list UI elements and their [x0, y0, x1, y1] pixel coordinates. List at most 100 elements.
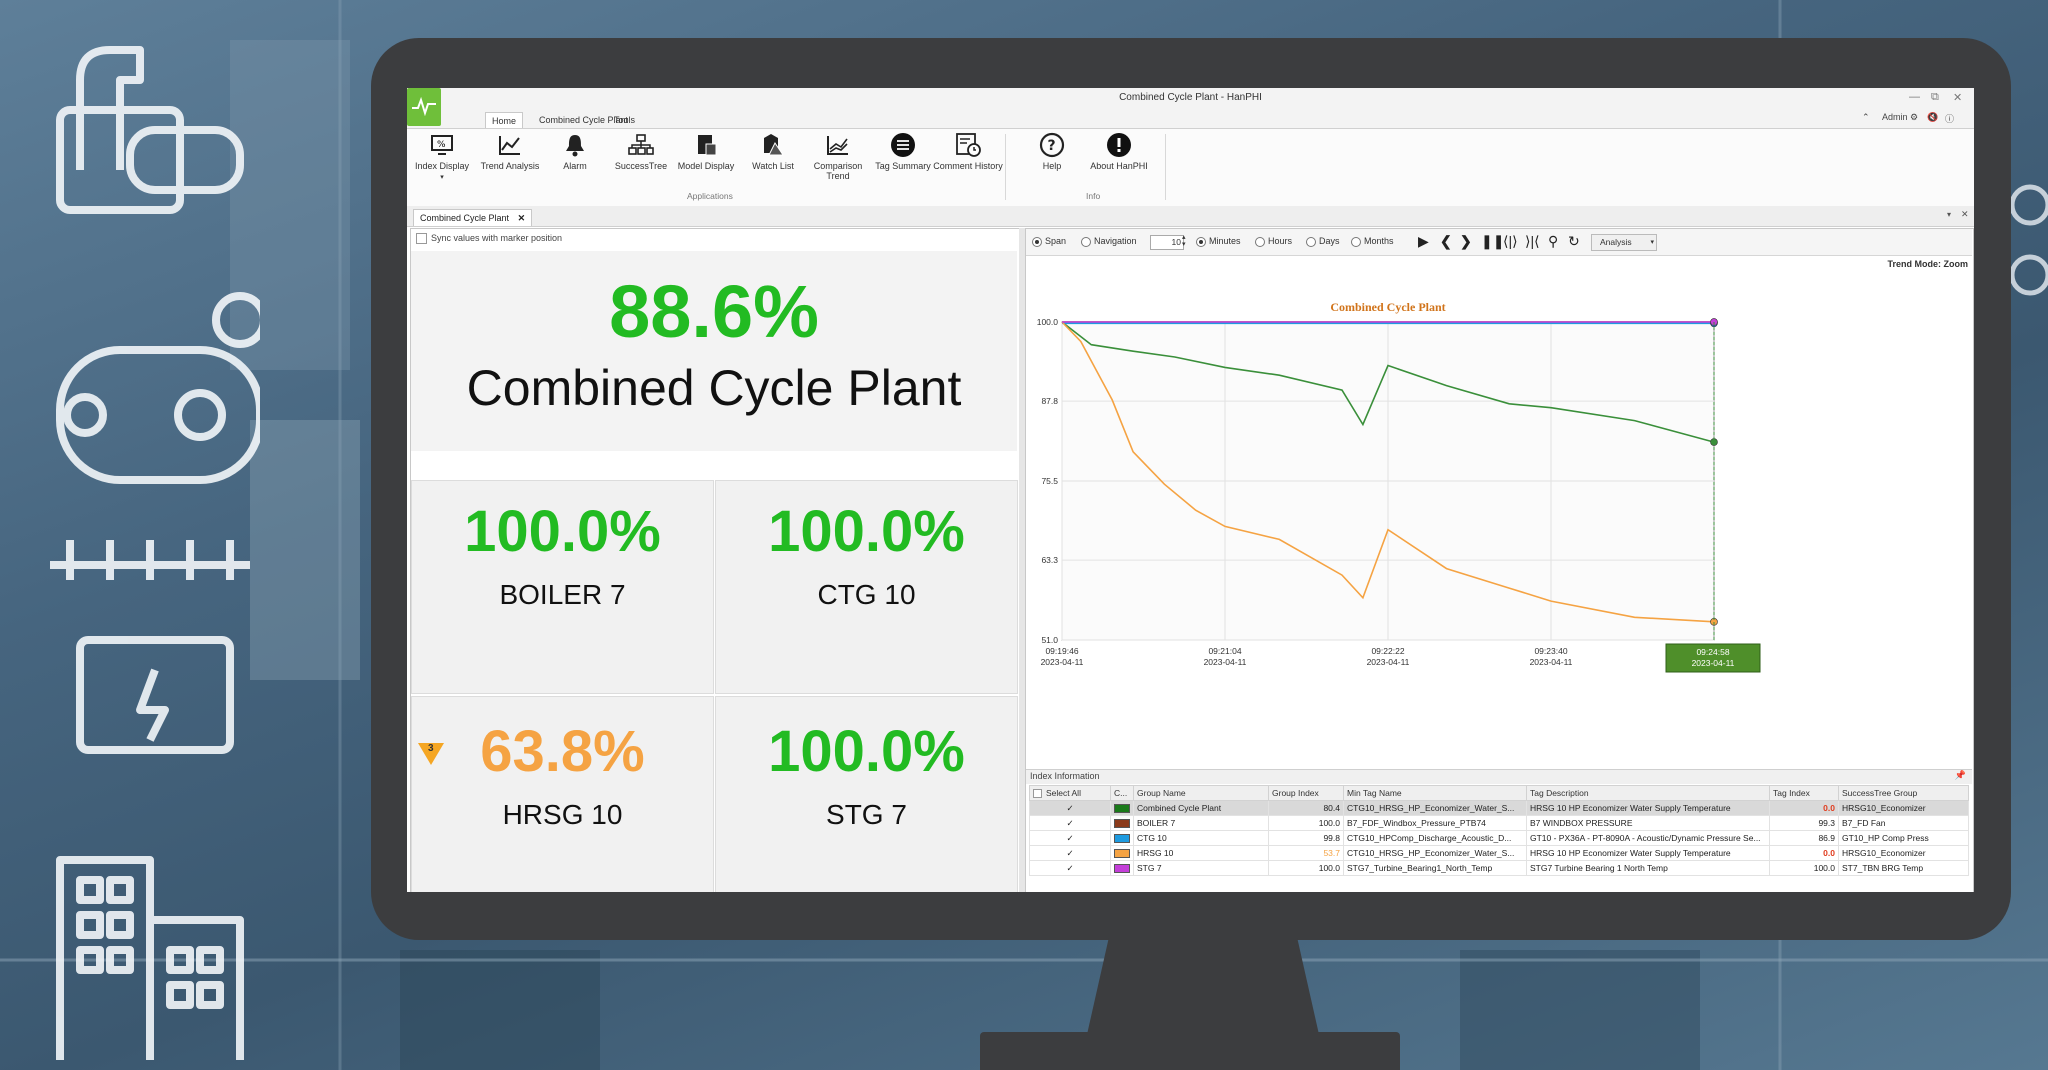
table-row[interactable]: ✓ HRSG 10 53.7 CTG10_HRSG_HP_Economizer_Wat…: [1029, 845, 1969, 861]
x-tick-time: 09:22:22: [1371, 646, 1404, 656]
main-index-name: Combined Cycle Plant: [466, 360, 962, 416]
index-tile[interactable]: 100.0% CTG 10: [715, 480, 1018, 694]
trend-chart[interactable]: Combined Cycle Plant 100.0 87.8 75.5 63.3 51…: [1026, 274, 1972, 768]
months-radio[interactable]: [1351, 236, 1361, 247]
navigation-option[interactable]: Navigation: [1081, 236, 1137, 247]
tab-home[interactable]: Home: [485, 112, 524, 129]
pause-icon[interactable]: ❚❚: [1481, 234, 1504, 248]
table-row[interactable]: ✓ STG 7 100.0 STG7_Turbine_Bearing1_North_T…: [1029, 860, 1969, 876]
hanphi-logo[interactable]: [407, 88, 441, 126]
select-all-header[interactable]: Select All: [1029, 785, 1111, 801]
tab-tools[interactable]: Tools: [608, 112, 641, 128]
model-display-icon: [693, 132, 719, 158]
color-swatch: [1114, 849, 1130, 859]
chevron-down-icon[interactable]: ▾: [1947, 210, 1951, 219]
close-panel-icon[interactable]: ✕: [1961, 209, 1969, 220]
months-option[interactable]: Months: [1351, 236, 1394, 247]
sync-option[interactable]: Sync values with marker position: [410, 228, 1018, 250]
table-row[interactable]: ✓ CTG 10 99.8 CTG10_HPComp_Discharge_Acoust…: [1029, 830, 1969, 846]
index-display-button[interactable]: % Index Display ▾: [407, 132, 477, 183]
expand-horizontal-icon[interactable]: ⟨|⟩: [1503, 234, 1518, 248]
group-index-cell: 80.4: [1268, 800, 1344, 816]
hours-option[interactable]: Hours: [1255, 236, 1292, 247]
x-tick-date: 2023-04-11: [1530, 657, 1573, 667]
minimize-icon[interactable]: —: [1909, 91, 1920, 103]
index-tile-value: 100.0%: [768, 499, 965, 564]
group-index-header[interactable]: Group Index: [1268, 785, 1344, 801]
main-index-tile[interactable]: 88.6% Combined Cycle Plant: [411, 251, 1017, 451]
help-button[interactable]: ? Help: [1017, 132, 1087, 171]
index-tile[interactable]: 63.8% HRSG 10 3: [411, 696, 714, 892]
color-swatch: [1114, 804, 1130, 814]
user-name[interactable]: Admin: [1882, 112, 1908, 122]
successtree-group-header[interactable]: SuccessTree Group: [1838, 785, 1969, 801]
restore-icon[interactable]: ⧉: [1931, 91, 1939, 104]
x-tick-date: 2023-04-11: [1041, 657, 1084, 667]
pin-icon[interactable]: 📌: [1955, 770, 1966, 781]
sync-checkbox[interactable]: [416, 233, 427, 245]
select-cell[interactable]: ✓: [1029, 800, 1111, 816]
days-radio[interactable]: [1306, 236, 1316, 247]
zoom-icon[interactable]: ⚲: [1548, 234, 1558, 248]
group-name-header[interactable]: Group Name: [1133, 785, 1269, 801]
table-row[interactable]: ✓ BOILER 7 100.0 B7_FDF_Windbox_Pressure_PT…: [1029, 815, 1969, 831]
trend-analysis-button[interactable]: Trend Analysis: [475, 132, 545, 171]
collapse-horizontal-icon[interactable]: ⟩|⟨: [1525, 234, 1540, 248]
comment-history-button[interactable]: Comment History: [933, 132, 1003, 171]
play-icon[interactable]: ▶: [1418, 234, 1429, 248]
days-option[interactable]: Days: [1306, 236, 1340, 247]
comparison-trend-button[interactable]: Comparison Trend: [803, 132, 873, 181]
select-all-checkbox[interactable]: [1033, 789, 1042, 799]
index-tile-value: 63.8%: [480, 719, 645, 784]
y-tick-label: 87.8: [1041, 396, 1058, 406]
ribbon-tab-row: [407, 110, 1974, 128]
chevron-right-icon[interactable]: ❯: [1460, 234, 1472, 248]
hours-radio[interactable]: [1255, 236, 1265, 247]
minutes-radio[interactable]: [1196, 236, 1206, 247]
tag-summary-button[interactable]: Tag Summary: [868, 132, 938, 171]
model-display-button[interactable]: Model Display: [671, 132, 741, 171]
table-row[interactable]: ✓ Combined Cycle Plant 80.4 CTG10_HRSG_HP_E…: [1029, 800, 1969, 816]
tag-index-cell: 86.9: [1769, 830, 1839, 846]
min-tag-name-header[interactable]: Min Tag Name: [1343, 785, 1527, 801]
up-arrow-icon[interactable]: ⌃: [1862, 112, 1870, 123]
document-tab[interactable]: Combined Cycle Plant ✕: [413, 209, 533, 226]
select-cell[interactable]: ✓: [1029, 845, 1111, 861]
settings-icon[interactable]: ⚙: [1910, 112, 1918, 123]
refresh-icon[interactable]: ↻: [1568, 234, 1580, 248]
select-cell[interactable]: ✓: [1029, 830, 1111, 846]
index-information-header: Index Information 📌: [1026, 769, 1972, 784]
index-tile[interactable]: 100.0% BOILER 7: [411, 480, 714, 694]
select-cell[interactable]: ✓: [1029, 860, 1111, 876]
success-tree-button[interactable]: SuccessTree: [606, 132, 676, 171]
span-option[interactable]: Span: [1032, 236, 1066, 247]
index-tile[interactable]: 100.0% STG 7: [715, 696, 1018, 892]
successtree-group-cell: B7_FD Fan: [1838, 815, 1969, 831]
tag-description-header[interactable]: Tag Description: [1526, 785, 1770, 801]
span-radio[interactable]: [1032, 236, 1042, 247]
success-tree-icon: [628, 132, 654, 158]
comment-history-icon: [955, 132, 981, 158]
about-button[interactable]: About HanPHI: [1084, 132, 1154, 171]
trend-analysis-icon: [497, 132, 523, 158]
navigation-radio[interactable]: [1081, 236, 1091, 247]
comparison-trend-icon: [825, 132, 851, 158]
minutes-option[interactable]: Minutes: [1196, 236, 1241, 247]
span-value-input[interactable]: 10: [1150, 235, 1184, 250]
chevron-left-icon[interactable]: ❮: [1440, 234, 1452, 248]
table-header-row: Select All C... Group Name Group Index M…: [1029, 785, 1969, 801]
chart-title: Combined Cycle Plant: [1330, 300, 1445, 314]
watch-list-button[interactable]: Watch List: [738, 132, 808, 171]
alarm-button[interactable]: Alarm: [540, 132, 610, 171]
mute-icon[interactable]: 🔇: [1927, 112, 1938, 123]
select-cell[interactable]: ✓: [1029, 815, 1111, 831]
tag-index-header[interactable]: Tag Index: [1769, 785, 1839, 801]
analysis-dropdown[interactable]: Analysis ▾: [1591, 234, 1657, 251]
close-icon[interactable]: ✕: [1953, 91, 1962, 104]
color-header[interactable]: C...: [1110, 785, 1134, 801]
info-small-icon[interactable]: ⓘ: [1945, 112, 1954, 125]
bell-icon: [562, 132, 588, 158]
close-tab-icon[interactable]: ✕: [518, 213, 526, 223]
group-name-cell: STG 7: [1133, 860, 1269, 876]
span-spinner-icon[interactable]: ▴ ▾: [1182, 234, 1186, 248]
